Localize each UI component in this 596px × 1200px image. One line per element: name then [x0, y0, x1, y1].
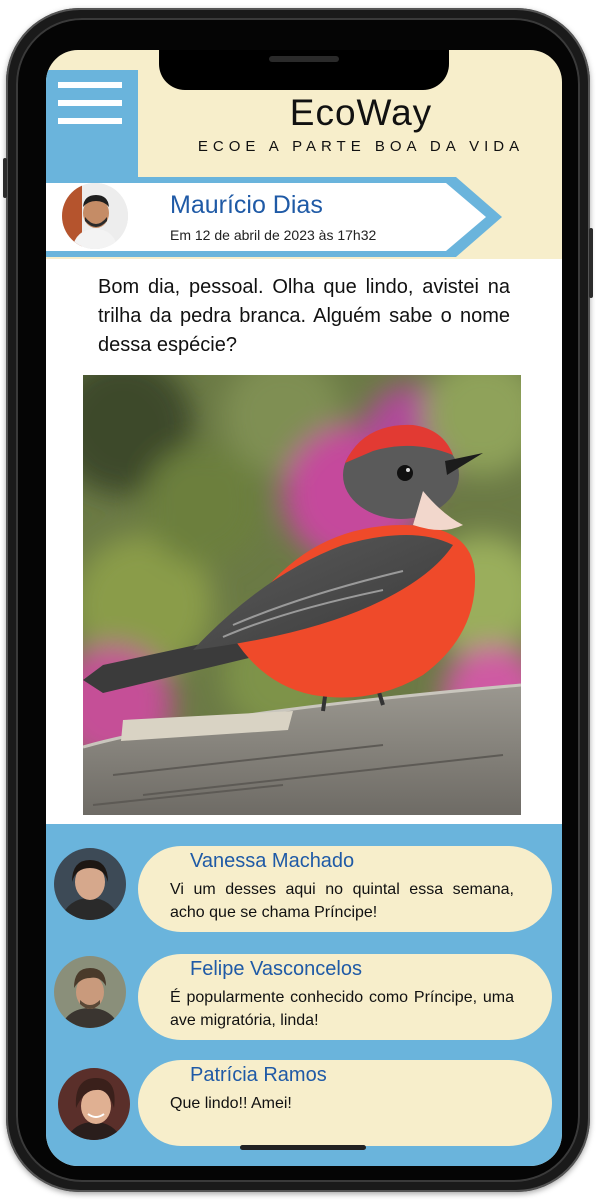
menu-button[interactable]	[46, 70, 138, 178]
post-author-banner: Maurício Dias Em 12 de abril de 2023 às …	[46, 175, 562, 259]
author-avatar[interactable]	[62, 183, 128, 249]
comment-text: Vi um desses aqui no quintal essa semana…	[170, 881, 514, 921]
app-tagline: ECOE A PARTE BOA DA VIDA	[197, 138, 525, 155]
post-text: Bom dia, pessoal. Olha que lindo, aviste…	[98, 276, 510, 356]
camera-notch	[159, 50, 449, 90]
app-header: EcoWay ECOE A PARTE BOA DA VIDA	[176, 90, 546, 155]
comment-item: Felipe Vasconcelos É popularmente conhec…	[46, 954, 562, 1046]
hamburger-menu-icon	[58, 82, 122, 88]
comments-section: Vanessa Machado Vi um desses aqui no qui…	[46, 824, 562, 1166]
post-card: Bom dia, pessoal. Olha que lindo, aviste…	[46, 259, 562, 824]
comment-text: Que lindo!! Amei!	[170, 1095, 292, 1112]
side-button	[3, 158, 7, 198]
comment-text: É popularmente conhecido como Príncipe, …	[170, 989, 514, 1029]
post-timestamp: Em 12 de abril de 2023 às 17h32	[170, 227, 377, 243]
comment-bubble: Felipe Vasconcelos É popularmente conhec…	[138, 954, 552, 1040]
commenter-avatar[interactable]	[58, 1068, 130, 1140]
app-title: EcoWay	[289, 92, 433, 133]
phone-screen: EcoWay ECOE A PARTE BOA DA VIDA Maurício…	[46, 50, 562, 1166]
post-author-name[interactable]: Maurício Dias	[170, 191, 323, 220]
comment-bubble: Vanessa Machado Vi um desses aqui no qui…	[138, 846, 552, 932]
commenter-name[interactable]: Patrícia Ramos	[190, 1064, 327, 1087]
comment-item: Vanessa Machado Vi um desses aqui no qui…	[46, 846, 562, 938]
commenter-avatar[interactable]	[54, 848, 126, 920]
commenter-avatar[interactable]	[54, 956, 126, 1028]
hamburger-menu-icon	[58, 100, 122, 106]
comment-bubble: Patrícia Ramos Que lindo!! Amei!	[138, 1060, 552, 1146]
home-indicator[interactable]	[240, 1145, 366, 1150]
earpiece-speaker	[269, 56, 339, 62]
commenter-name[interactable]: Vanessa Machado	[190, 850, 354, 873]
comment-item: Patrícia Ramos Que lindo!! Amei!	[46, 1060, 562, 1152]
phone-frame: EcoWay ECOE A PARTE BOA DA VIDA Maurício…	[3, 8, 593, 1192]
commenter-name[interactable]: Felipe Vasconcelos	[190, 958, 362, 981]
side-button	[589, 228, 593, 298]
hamburger-menu-icon	[58, 118, 122, 124]
post-photo-bird[interactable]	[83, 375, 521, 815]
